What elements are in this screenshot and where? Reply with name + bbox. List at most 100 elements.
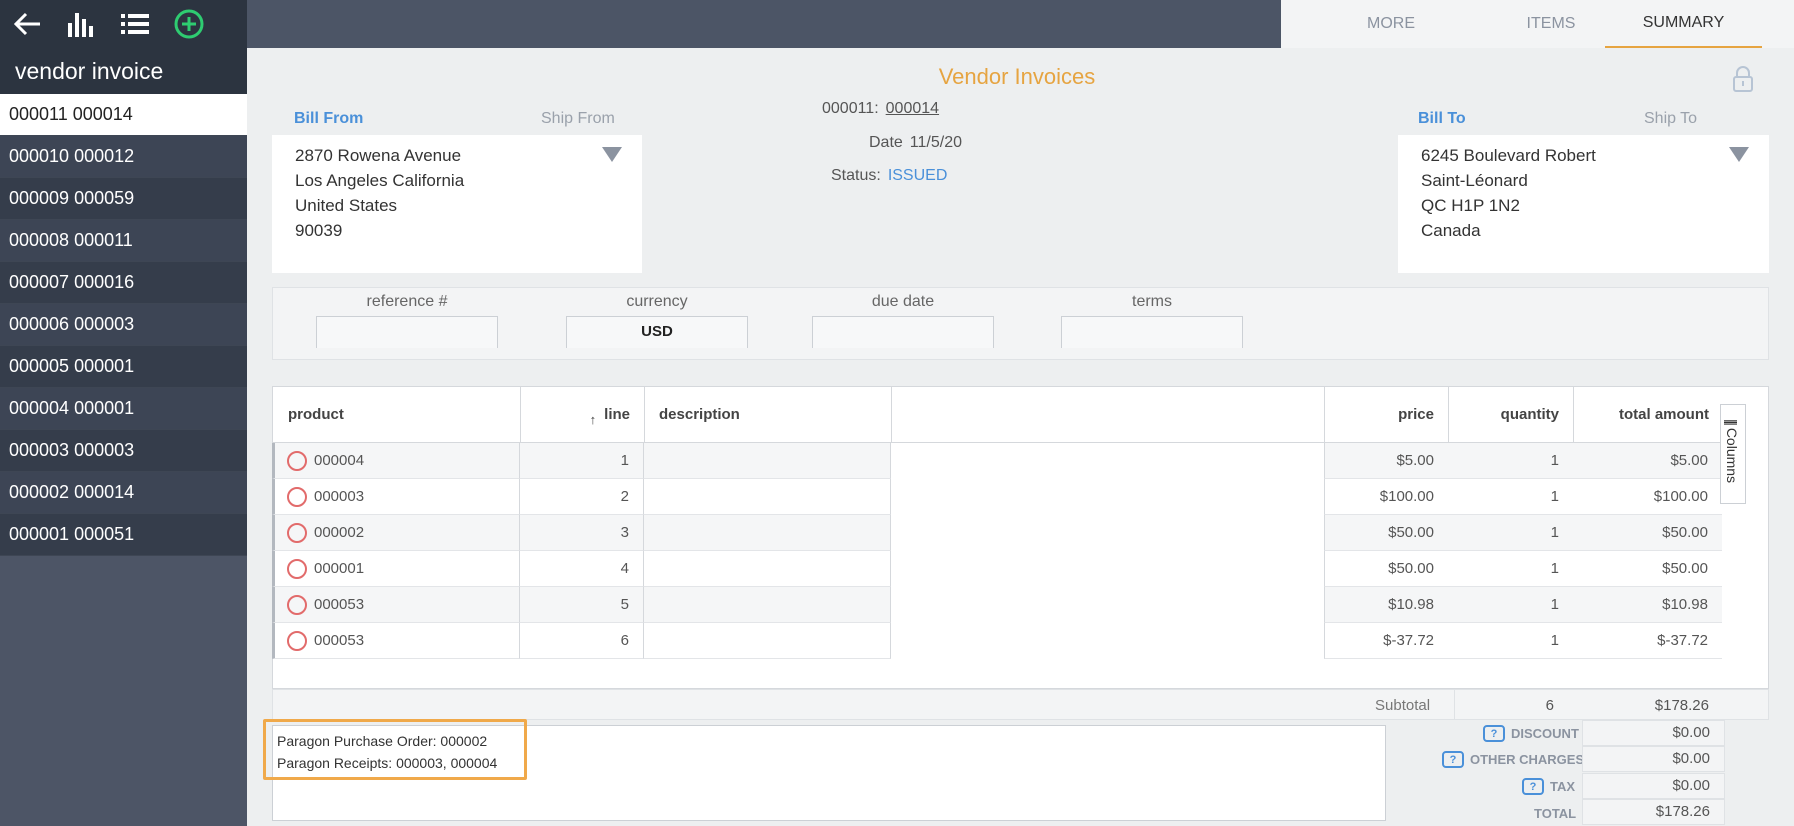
bill-from-address[interactable]: 2870 Rowena Avenue Los Angeles Californi…: [272, 135, 642, 273]
status-circle-icon[interactable]: [287, 558, 307, 579]
product-value: 000003: [314, 488, 365, 505]
tax-label[interactable]: ? TAX: [1522, 778, 1575, 795]
total-cell: $50.00: [1573, 551, 1722, 587]
status-circle-icon[interactable]: [287, 594, 307, 615]
status-circle-icon[interactable]: [287, 630, 307, 651]
terms-input[interactable]: [1061, 316, 1243, 348]
total-value: $178.26: [1582, 799, 1725, 825]
product-cell[interactable]: 000002: [272, 515, 520, 551]
bill-from-label[interactable]: Bill From: [294, 110, 363, 128]
table-row[interactable]: 000002 3 $50.00 1 $50.00: [272, 515, 1722, 551]
tax-value[interactable]: $0.00: [1582, 773, 1725, 799]
sidebar-item[interactable]: 000010 000012: [0, 136, 247, 178]
table-row[interactable]: 000053 5 $10.98 1 $10.98: [272, 587, 1722, 623]
reference-input[interactable]: [316, 316, 498, 348]
description-cell[interactable]: [644, 623, 891, 659]
column-header-quantity[interactable]: quantity: [1449, 387, 1574, 443]
sidebar-item[interactable]: 000011 000014: [0, 94, 247, 136]
quantity-cell[interactable]: 1: [1448, 515, 1573, 551]
description-cell[interactable]: [644, 551, 891, 587]
lock-icon[interactable]: [1733, 66, 1753, 97]
quantity-cell[interactable]: 1: [1448, 623, 1573, 659]
subtotal-label: Subtotal: [1375, 697, 1431, 714]
quantity-cell[interactable]: 1: [1448, 587, 1573, 623]
table-row[interactable]: 000001 4 $50.00 1 $50.00: [272, 551, 1722, 587]
product-value: 000002: [314, 524, 365, 541]
dropdown-triangle-icon[interactable]: [602, 147, 622, 162]
status-circle-icon[interactable]: [287, 486, 307, 507]
table-row[interactable]: 000003 2 $100.00 1 $100.00: [272, 479, 1722, 515]
due-date-label: due date: [871, 293, 935, 310]
price-cell[interactable]: $50.00: [1324, 551, 1448, 587]
column-header-line[interactable]: ↑ line: [521, 387, 645, 443]
sidebar-item[interactable]: 000002 000014: [0, 472, 247, 514]
sidebar-item[interactable]: 000003 000003: [0, 430, 247, 472]
tab-items[interactable]: ITEMS: [1481, 0, 1621, 48]
column-header-price[interactable]: price: [1325, 387, 1449, 443]
sidebar-item[interactable]: 000004 000001: [0, 388, 247, 430]
back-arrow-icon[interactable]: [0, 0, 54, 48]
other-charges-label[interactable]: ? OTHER CHARGES: [1442, 751, 1584, 768]
description-cell[interactable]: [644, 443, 891, 479]
table-row[interactable]: 000053 6 $-37.72 1 $-37.72: [272, 623, 1722, 659]
notes-line: Paragon Receipts: 000003, 000004: [277, 755, 498, 771]
columns-label: ||| Columns: [1724, 419, 1740, 483]
product-cell[interactable]: 000053: [272, 587, 520, 623]
add-circle-icon[interactable]: [162, 0, 216, 48]
product-cell[interactable]: 000053: [272, 623, 520, 659]
sidebar-item[interactable]: 000007 000016: [0, 262, 247, 304]
columns-toggle[interactable]: ||| Columns: [1720, 404, 1746, 504]
date-label: Date: [869, 134, 903, 151]
bar-chart-icon[interactable]: [54, 0, 108, 48]
list-icon[interactable]: [108, 0, 162, 48]
ship-from-label[interactable]: Ship From: [541, 110, 615, 128]
address-line: 6245 Boulevard Robert: [1421, 146, 1596, 165]
tab-more[interactable]: MORE: [1321, 0, 1461, 48]
product-cell[interactable]: 000004: [272, 443, 520, 479]
currency-field: currency USD: [566, 288, 748, 348]
other-charges-value[interactable]: $0.00: [1582, 746, 1725, 772]
invoice-number-link[interactable]: 000014: [886, 100, 939, 117]
description-cell[interactable]: [644, 587, 891, 623]
tab-summary[interactable]: SUMMARY: [1605, 0, 1762, 48]
ship-to-label[interactable]: Ship To: [1644, 110, 1697, 128]
column-header-product[interactable]: product: [273, 387, 521, 443]
dropdown-triangle-icon[interactable]: [1729, 147, 1749, 162]
sidebar-item[interactable]: 000005 000001: [0, 346, 247, 388]
price-cell[interactable]: $5.00: [1324, 443, 1448, 479]
help-icon[interactable]: ?: [1442, 751, 1464, 768]
bill-to-address[interactable]: 6245 Boulevard Robert Saint-Léonard QC H…: [1398, 135, 1769, 273]
quantity-cell[interactable]: 1: [1448, 479, 1573, 515]
column-header-line-label: line: [604, 406, 630, 423]
price-cell[interactable]: $50.00: [1324, 515, 1448, 551]
price-cell[interactable]: $-37.72: [1324, 623, 1448, 659]
quantity-cell[interactable]: 1: [1448, 443, 1573, 479]
tax-text: TAX: [1550, 779, 1576, 794]
help-icon[interactable]: ?: [1483, 725, 1505, 742]
product-cell[interactable]: 000003: [272, 479, 520, 515]
subtotal-row: Subtotal 6 $178.26: [272, 689, 1769, 720]
column-header-total[interactable]: total amount: [1574, 387, 1723, 443]
help-icon[interactable]: ?: [1522, 778, 1544, 795]
price-cell[interactable]: $10.98: [1324, 587, 1448, 623]
discount-label[interactable]: ? DISCOUNT: [1483, 725, 1579, 742]
sidebar-item[interactable]: 000008 000011: [0, 220, 247, 262]
price-cell[interactable]: $100.00: [1324, 479, 1448, 515]
due-date-input[interactable]: [812, 316, 994, 348]
description-cell[interactable]: [644, 479, 891, 515]
column-header-description[interactable]: description: [645, 387, 892, 443]
status-circle-icon[interactable]: [287, 450, 307, 471]
product-cell[interactable]: 000001: [272, 551, 520, 587]
currency-input[interactable]: USD: [566, 316, 748, 348]
description-cell[interactable]: [644, 515, 891, 551]
sidebar-item[interactable]: 000006 000003: [0, 304, 247, 346]
invoice-number-row: 000011: 000014: [822, 100, 939, 118]
discount-value[interactable]: $0.00: [1582, 720, 1725, 746]
bill-to-label[interactable]: Bill To: [1418, 110, 1466, 128]
status-value[interactable]: ISSUED: [888, 167, 948, 184]
sidebar-item[interactable]: 000001 000051: [0, 514, 247, 556]
table-row[interactable]: 000004 1 $5.00 1 $5.00: [272, 443, 1722, 479]
status-circle-icon[interactable]: [287, 522, 307, 543]
sidebar-item[interactable]: 000009 000059: [0, 178, 247, 220]
quantity-cell[interactable]: 1: [1448, 551, 1573, 587]
